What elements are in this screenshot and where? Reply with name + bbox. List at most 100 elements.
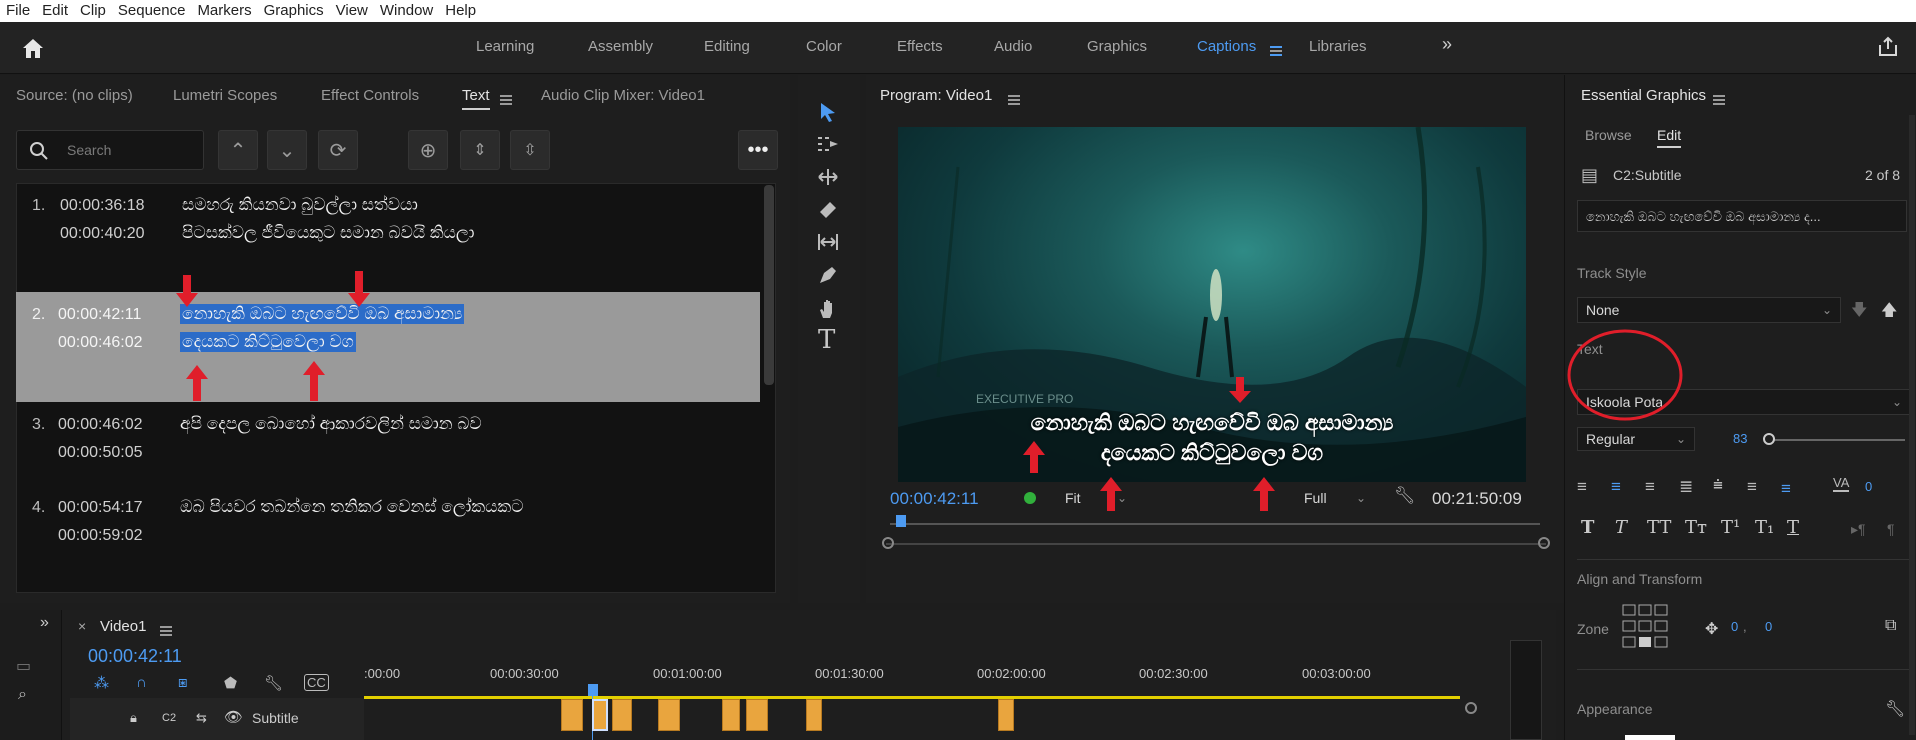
home-icon[interactable] — [20, 36, 46, 60]
essential-graphics-title[interactable]: Essential Graphics — [1581, 87, 1706, 104]
timeline-zoom-handle[interactable] — [1465, 702, 1477, 714]
close-sequence-icon[interactable]: × — [78, 618, 86, 634]
menu-sequence[interactable]: Sequence — [112, 0, 192, 22]
caption-clip[interactable] — [722, 699, 740, 731]
caption-clip[interactable] — [561, 699, 583, 731]
zone-grid[interactable] — [1621, 603, 1671, 653]
eg-menu-icon[interactable] — [1713, 94, 1725, 105]
search-icon[interactable]: ⌕ — [18, 686, 27, 704]
menu-clip[interactable]: Clip — [74, 0, 112, 22]
transform-icon[interactable]: ⧉ — [1885, 617, 1896, 635]
superscript-icon[interactable]: T¹ — [1721, 517, 1740, 538]
menu-window[interactable]: Window — [374, 0, 439, 22]
razor-tool-icon[interactable] — [816, 198, 840, 222]
zoom-handle-right[interactable] — [1538, 537, 1550, 549]
type-tool-icon[interactable]: T — [818, 325, 835, 355]
menu-help[interactable]: Help — [439, 0, 482, 22]
subscript-icon[interactable]: T₁ — [1755, 517, 1774, 538]
eg-scrollbar[interactable] — [1909, 115, 1915, 735]
tab-browse[interactable]: Browse — [1585, 127, 1632, 143]
folder-icon[interactable]: ▭ — [16, 656, 31, 676]
font-size-slider[interactable] — [1765, 439, 1905, 441]
quality-dropdown[interactable]: Full ⌄ — [1296, 486, 1374, 510]
timeline-playhead[interactable] — [588, 684, 598, 696]
sync-lock-icon[interactable]: ⇆ — [196, 710, 207, 726]
selection-tool-icon[interactable] — [816, 100, 840, 124]
fit-dropdown[interactable]: Fit ⌄ — [1057, 486, 1135, 510]
workspace-audio[interactable]: Audio — [994, 38, 1032, 55]
captions-menu-icon[interactable] — [1270, 45, 1282, 56]
hand-tool-icon[interactable] — [816, 297, 840, 321]
text-preview-field[interactable]: නොහැකි ඔබට හැඟවේවි ඔබ අසාමාන්‍ය ද... — [1577, 200, 1907, 232]
menu-edit[interactable]: Edit — [36, 0, 74, 22]
all-caps-icon[interactable]: TT — [1647, 517, 1671, 538]
wrench-icon[interactable]: 🔧︎ — [1394, 486, 1416, 506]
fill-color-swatch[interactable] — [1625, 735, 1675, 740]
font-size-value[interactable]: 83 — [1733, 431, 1747, 446]
bold-icon[interactable]: T — [1581, 517, 1594, 538]
align-center-icon[interactable]: ≡ — [1611, 477, 1621, 497]
sequence-menu-icon[interactable] — [160, 625, 172, 636]
menu-view[interactable]: View — [330, 0, 374, 22]
eye-icon[interactable]: 👁︎ — [224, 708, 243, 726]
more-workspaces-icon[interactable]: » — [1442, 34, 1452, 55]
wrench-icon[interactable]: 🔧︎ — [1885, 699, 1905, 719]
linked-selection-icon[interactable]: ⧆ — [178, 674, 188, 691]
menu-file[interactable]: File — [0, 0, 36, 22]
marker-icon[interactable]: ⬟ — [224, 674, 237, 692]
font-weight-dropdown[interactable]: Regular ⌄ — [1577, 427, 1695, 451]
menu-graphics[interactable]: Graphics — [258, 0, 330, 22]
share-icon[interactable] — [1876, 35, 1900, 59]
align-right-icon[interactable]: ≡ — [1645, 477, 1655, 497]
settings-wrench-icon[interactable]: 🔧︎ — [264, 674, 283, 692]
tracking-value[interactable]: 0 — [1865, 479, 1872, 494]
workspace-libraries[interactable]: Libraries — [1309, 38, 1367, 55]
caption-clip[interactable] — [806, 699, 822, 731]
snap-icon[interactable]: ⁂ — [94, 674, 109, 692]
position-x[interactable]: 0 — [1731, 619, 1738, 634]
workspace-graphics[interactable]: Graphics — [1087, 38, 1147, 55]
track-select-tool-icon[interactable] — [816, 134, 840, 154]
playhead[interactable] — [896, 515, 906, 527]
work-area-bar[interactable] — [364, 696, 1460, 699]
layer-name[interactable]: C2:Subtitle — [1613, 167, 1681, 183]
program-timecode[interactable]: 00:00:42:11 — [890, 489, 979, 509]
position-y[interactable]: 0 — [1765, 619, 1772, 634]
zoom-handle-left[interactable] — [882, 537, 894, 549]
workspace-effects[interactable]: Effects — [897, 38, 943, 55]
align-left-icon[interactable]: ≡ — [1577, 477, 1587, 497]
push-up-icon[interactable]: 🡅 — [1881, 299, 1897, 326]
small-caps-icon[interactable]: Tт — [1685, 517, 1707, 538]
caption-clip[interactable] — [612, 699, 632, 731]
workspace-editing[interactable]: Editing — [704, 38, 750, 55]
scrubber-track[interactable] — [890, 523, 1540, 525]
caption-clip[interactable] — [998, 699, 1014, 731]
align-bottom-icon[interactable]: ≡ — [1781, 479, 1791, 499]
workspace-captions[interactable]: Captions — [1197, 38, 1256, 55]
align-top-icon[interactable]: ⩧ — [1713, 475, 1723, 495]
pen-tool-icon[interactable] — [816, 263, 840, 287]
track-style-dropdown[interactable]: None ⌄ — [1577, 297, 1841, 323]
paragraph-rtl-icon[interactable]: ¶ — [1887, 521, 1895, 537]
captions-toggle-icon[interactable]: CC — [304, 674, 329, 691]
sequence-tab[interactable]: Video1 — [100, 618, 146, 635]
align-middle-icon[interactable]: ≡ — [1747, 477, 1757, 497]
underline-icon[interactable]: T — [1787, 517, 1799, 538]
italic-icon[interactable]: T — [1615, 517, 1627, 538]
paragraph-ltr-icon[interactable]: ▸¶ — [1851, 521, 1866, 538]
workspace-learning[interactable]: Learning — [476, 38, 534, 55]
magnet-icon[interactable]: ∩ — [136, 674, 147, 691]
lock-icon[interactable]: 🔒︎ — [130, 710, 137, 726]
caption-clip-selected[interactable] — [592, 699, 608, 731]
caption-clip[interactable] — [658, 699, 680, 731]
menu-markers[interactable]: Markers — [191, 0, 257, 22]
caption-clip[interactable] — [746, 699, 768, 731]
timeline-timecode[interactable]: 00:00:42:11 — [88, 646, 182, 667]
zoom-bar[interactable] — [886, 543, 1546, 545]
ripple-edit-tool-icon[interactable] — [816, 167, 840, 187]
justify-icon[interactable]: ≣ — [1679, 477, 1693, 497]
expand-icon[interactable]: » — [40, 614, 49, 632]
workspace-assembly[interactable]: Assembly — [588, 38, 653, 55]
slip-tool-icon[interactable] — [816, 232, 840, 252]
workspace-color[interactable]: Color — [806, 38, 842, 55]
